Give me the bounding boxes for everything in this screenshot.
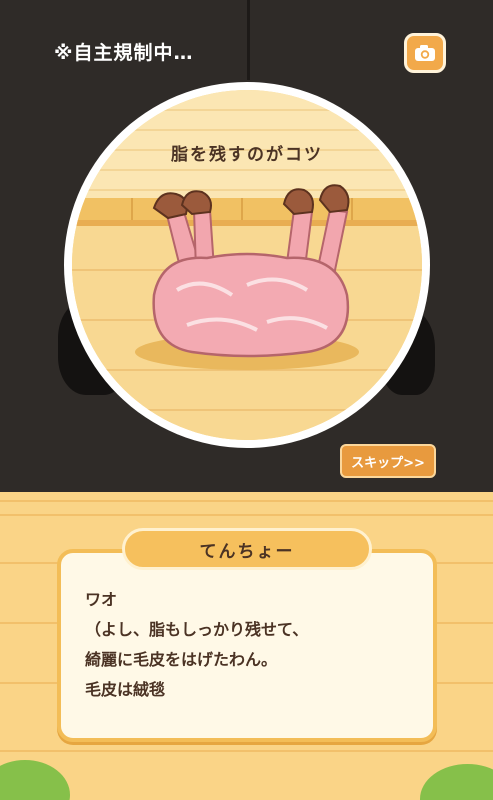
dialog-line: ワオ: [85, 590, 118, 609]
cutscene-illustration: 脂を残すのがコツ: [72, 90, 422, 440]
bush-left: [0, 760, 70, 800]
dialog-line: （よし、脂もしっかり残せて、: [85, 620, 309, 639]
wall-seam: [247, 0, 250, 80]
cutscene-circle: 脂を残すのがコツ: [64, 82, 430, 448]
scene-caption: 脂を残すのがコツ: [171, 145, 323, 165]
dialog-line: 毛皮は絨毯: [85, 680, 166, 699]
dialog-text: ワオ （よし、脂もしっかり残せて、 綺麗に毛皮をはげたわん。 毛皮は絨毯: [85, 585, 308, 705]
floor-plank: [0, 750, 493, 752]
camera-icon: [414, 44, 436, 62]
speaker-name-plate: てんちょー: [122, 528, 372, 570]
bush-right: [420, 764, 493, 800]
skip-button[interactable]: スキップ>>: [340, 444, 436, 478]
game-screen: ※自主規制中… 脂を残すのがコツ スキップ>> ワオ （よし、脂もしっかり残せて…: [0, 0, 493, 800]
censor-notice: ※自主規制中…: [54, 42, 194, 64]
camera-button[interactable]: [404, 33, 446, 73]
floor-plank: [0, 500, 493, 502]
floor-plank: [0, 514, 493, 516]
dialog-box[interactable]: ワオ （よし、脂もしっかり残せて、 綺麗に毛皮をはげたわん。 毛皮は絨毯: [57, 549, 437, 742]
dialog-line: 綺麗に毛皮をはげたわん。: [85, 650, 278, 669]
